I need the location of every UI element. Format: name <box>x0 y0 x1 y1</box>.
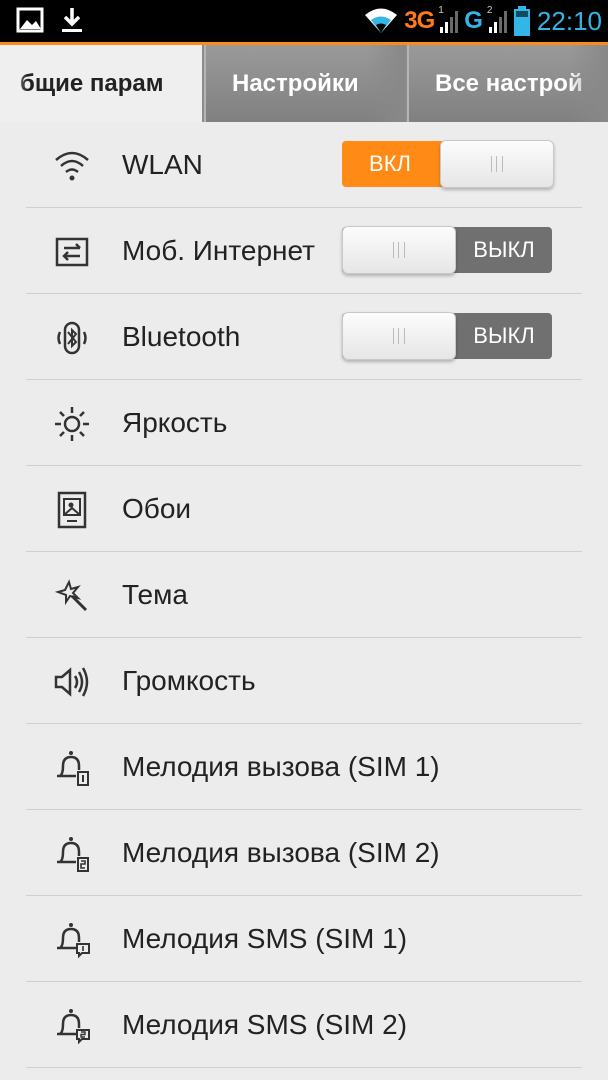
mobile-internet-toggle[interactable]: ВЫКЛ <box>342 226 552 274</box>
setting-wlan-label: WLAN <box>122 149 203 180</box>
tab-general-label: бщие парам <box>20 69 164 97</box>
status-bar: 3G 1 G 2 22:10 <box>0 0 608 42</box>
setting-brightness-label: Яркость <box>122 407 228 438</box>
setting-ringtone-sim1-label: Мелодия вызова (SIM 1) <box>122 751 440 782</box>
bell-sim1-icon <box>57 751 89 786</box>
wlan-toggle-text: ВКЛ <box>369 151 411 176</box>
setting-bluetooth[interactable]: Bluetooth ВЫКЛ <box>0 294 608 380</box>
bluetooth-toggle-text: ВЫКЛ <box>473 323 535 348</box>
download-icon <box>62 8 82 32</box>
tab-all-settings[interactable]: Все настрой <box>407 45 608 122</box>
setting-mobile-internet-label: Моб. Интернет <box>122 235 315 266</box>
setting-theme-label: Тема <box>122 579 188 610</box>
tab-bar: бщие парам Настройки Все настрой <box>0 42 608 122</box>
setting-wlan[interactable]: WLAN ВКЛ <box>0 122 608 208</box>
theme-wand-icon <box>54 579 88 612</box>
sim1-index: 1 <box>438 5 444 16</box>
setting-sms-sim2[interactable]: Мелодия SMS (SIM 2) <box>0 982 608 1068</box>
clock: 22:10 <box>536 5 602 36</box>
setting-wallpaper-label: Обои <box>122 493 192 524</box>
setting-theme[interactable]: Тема <box>0 552 608 638</box>
bluetooth-toggle[interactable]: ВЫКЛ <box>342 312 552 360</box>
signal-sim1-icon: 1 <box>438 5 459 33</box>
setting-ringtone-sim2[interactable]: Мелодия вызова (SIM 2) <box>0 810 608 896</box>
wlan-toggle[interactable]: ВКЛ <box>342 140 554 188</box>
setting-ringtone-sim2-label: Мелодия вызова (SIM 2) <box>122 837 440 868</box>
setting-ringtone-sim1[interactable]: Мелодия вызова (SIM 1) <box>0 724 608 810</box>
setting-sms-sim1-label: Мелодия SMS (SIM 1) <box>122 923 408 954</box>
bluetooth-icon <box>57 321 87 355</box>
gallery-icon <box>16 7 44 33</box>
tab-all-settings-label: Все настрой <box>435 69 583 97</box>
setting-bluetooth-label: Bluetooth <box>122 321 241 352</box>
setting-brightness[interactable]: Яркость <box>0 380 608 466</box>
wifi-signal-icon <box>365 8 398 33</box>
setting-sms-sim1[interactable]: Мелодия SMS (SIM 1) <box>0 896 608 982</box>
signal-sim2-icon: 2 <box>487 5 507 33</box>
tab-settings-label: Настройки <box>232 69 359 97</box>
settings-list: WLAN ВКЛ Моб. Интернет ВЫКЛ Bluetooth ВЫ… <box>0 122 608 1068</box>
setting-volume-label: Громкость <box>122 665 256 696</box>
tab-general[interactable]: бщие парам <box>0 45 202 122</box>
setting-mobile-internet[interactable]: Моб. Интернет ВЫКЛ <box>0 208 608 294</box>
network-type-sim2: G <box>464 7 483 34</box>
battery-icon <box>513 6 530 36</box>
volume-icon <box>54 667 89 697</box>
wifi-icon <box>55 151 89 181</box>
bell-sim2-icon <box>57 837 89 872</box>
bell-sms1-icon <box>57 923 90 959</box>
wallpaper-icon <box>57 491 87 529</box>
tab-settings[interactable]: Настройки <box>204 45 405 122</box>
setting-wallpaper[interactable]: Обои <box>0 466 608 552</box>
brightness-icon <box>55 407 89 441</box>
sim2-index: 2 <box>486 5 493 16</box>
setting-sms-sim2-label: Мелодия SMS (SIM 2) <box>122 1009 408 1040</box>
mobile-data-icon <box>55 237 89 267</box>
mobile-internet-toggle-text: ВЫКЛ <box>473 237 535 262</box>
network-type-sim1: 3G <box>404 7 435 34</box>
setting-volume[interactable]: Громкость <box>0 638 608 724</box>
bell-sms2-icon <box>57 1009 90 1045</box>
